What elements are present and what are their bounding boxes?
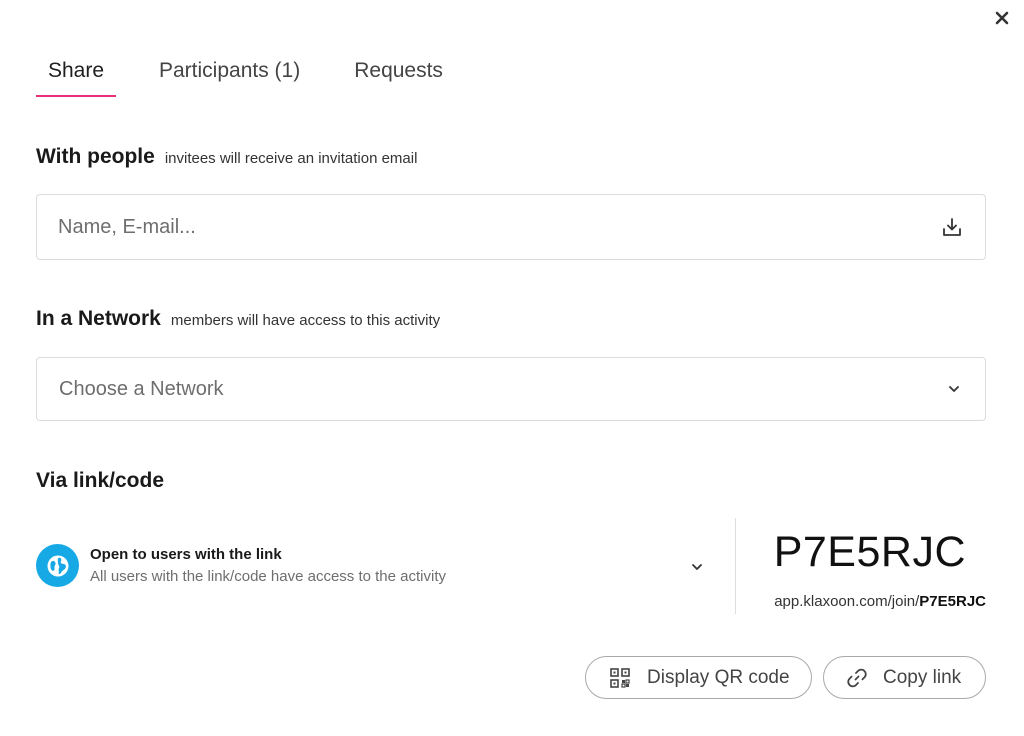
network-select-placeholder: Choose a Network xyxy=(59,377,224,400)
copy-link-label: Copy link xyxy=(883,666,962,688)
tab-bar: Share Participants (1) Requests xyxy=(36,52,443,97)
import-icon xyxy=(943,218,961,236)
import-button[interactable] xyxy=(941,216,963,238)
network-hint: members will have access to this activit… xyxy=(170,312,441,329)
activity-code: P7E5RJC xyxy=(773,528,966,576)
invite-field xyxy=(36,194,986,260)
link-access-row: Open to users with the link All users wi… xyxy=(36,518,986,614)
divider xyxy=(735,518,736,614)
via-link-heading: Via link/code xyxy=(36,469,164,493)
with-people-title: With people xyxy=(36,145,155,168)
display-qr-code-label: Display QR code xyxy=(647,666,790,688)
close-button[interactable] xyxy=(991,9,1013,27)
via-link-title: Via link/code xyxy=(36,469,164,492)
link-icon xyxy=(845,666,869,690)
tab-share[interactable]: Share xyxy=(36,52,116,97)
network-heading: In a Network members will have access to… xyxy=(36,307,440,331)
tab-participants[interactable]: Participants (1) xyxy=(159,52,300,97)
join-url-code: P7E5RJC xyxy=(919,593,986,610)
join-url: app.klaxoon.com/join/P7E5RJC xyxy=(774,593,986,610)
qr-code-icon xyxy=(608,666,632,690)
chevron-down-icon xyxy=(692,564,702,570)
invite-input[interactable] xyxy=(37,195,941,259)
chevron-down-icon xyxy=(949,386,959,392)
copy-link-button[interactable]: Copy link xyxy=(823,656,986,699)
network-select-toggle[interactable] xyxy=(943,378,965,400)
display-qr-code-button[interactable]: Display QR code xyxy=(585,656,812,699)
access-info: Open to users with the link All users wi… xyxy=(90,546,446,585)
access-description: All users with the link/code have access… xyxy=(90,568,447,585)
globe-icon xyxy=(47,555,68,576)
network-select[interactable]: Choose a Network xyxy=(36,357,986,421)
join-url-prefix: app.klaxoon.com/join/ xyxy=(774,593,920,610)
close-icon xyxy=(995,11,1009,25)
network-title: In a Network xyxy=(36,307,161,330)
with-people-heading: With people invitees will receive an inv… xyxy=(36,145,417,169)
globe-badge xyxy=(36,544,79,587)
tab-requests[interactable]: Requests xyxy=(354,52,443,97)
share-dialog: Share Participants (1) Requests With peo… xyxy=(0,0,1024,736)
access-title: Open to users with the link xyxy=(90,546,282,563)
with-people-hint: invitees will receive an invitation emai… xyxy=(164,150,418,167)
access-dropdown-toggle[interactable] xyxy=(688,558,706,576)
